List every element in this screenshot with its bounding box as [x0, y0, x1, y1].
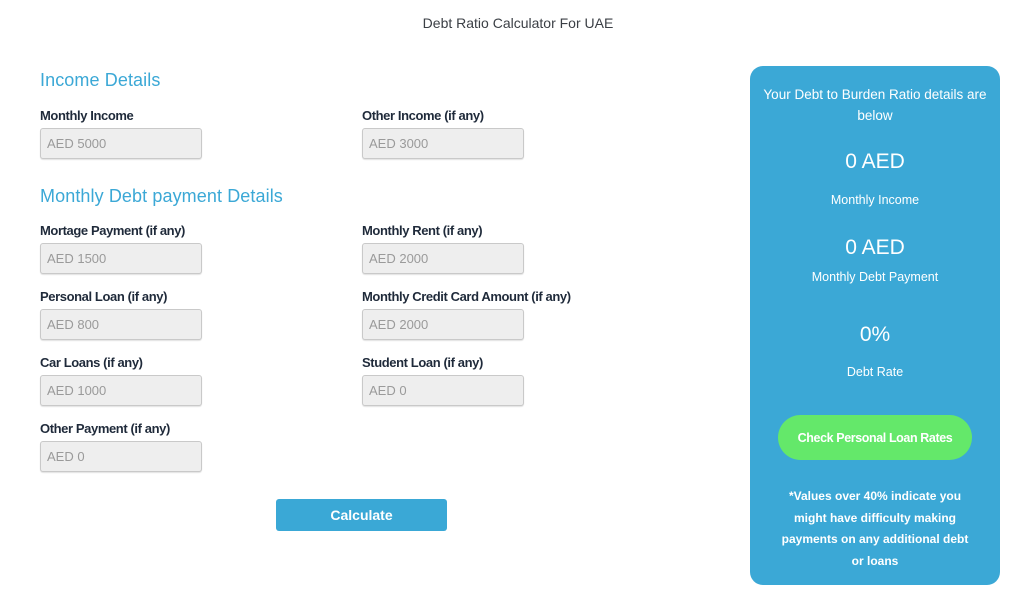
credit-card-field: Monthly Credit Card Amount (if any): [362, 289, 571, 340]
student-loan-input[interactable]: [362, 375, 524, 406]
results-panel: Your Debt to Burden Ratio details are be…: [750, 66, 1000, 585]
car-loans-label: Car Loans (if any): [40, 355, 143, 370]
other-payment-label: Other Payment (if any): [40, 421, 170, 436]
other-income-label: Other Income (if any): [362, 108, 484, 123]
credit-card-label: Monthly Credit Card Amount (if any): [362, 289, 571, 304]
other-payment-field: Other Payment (if any): [40, 421, 202, 472]
student-loan-field: Student Loan (if any): [362, 355, 524, 406]
other-income-input[interactable]: [362, 128, 524, 159]
mortgage-payment-field: Mortage Payment (if any): [40, 223, 202, 274]
personal-loan-field: Personal Loan (if any): [40, 289, 202, 340]
monthly-rent-field: Monthly Rent (if any): [362, 223, 524, 274]
car-loans-field: Car Loans (if any): [40, 355, 202, 406]
personal-loan-label: Personal Loan (if any): [40, 289, 168, 304]
monthly-debt-result-label: Monthly Debt Payment: [811, 270, 939, 284]
personal-loan-input[interactable]: [40, 309, 202, 340]
calculate-button[interactable]: Calculate: [276, 499, 447, 531]
credit-card-input[interactable]: [362, 309, 524, 340]
results-heading: Your Debt to Burden Ratio details are be…: [763, 87, 987, 123]
monthly-income-label: Monthly Income: [40, 108, 134, 123]
monthly-debt-result: 0 AED: [845, 236, 905, 259]
monthly-income-result: 0 AED: [845, 150, 905, 173]
monthly-income-field: Monthly Income: [40, 108, 202, 159]
car-loans-input[interactable]: [40, 375, 202, 406]
debt-rate-result-label: Debt Rate: [846, 365, 904, 379]
monthly-income-input[interactable]: [40, 128, 202, 159]
check-loan-rates-button[interactable]: Check Personal Loan Rates: [778, 415, 972, 460]
mortgage-payment-label: Mortage Payment (if any): [40, 223, 185, 238]
page-title: Debt Ratio Calculator For UAE: [422, 15, 614, 31]
monthly-rent-input[interactable]: [362, 243, 524, 274]
debt-section-title: Monthly Debt payment Details: [40, 186, 283, 206]
debt-warning-note: *Values over 40% indicate you might have…: [781, 489, 969, 568]
income-section-title: Income Details: [40, 70, 161, 90]
debt-rate-result: 0%: [859, 323, 891, 346]
other-payment-input[interactable]: [40, 441, 202, 472]
other-income-field: Other Income (if any): [362, 108, 524, 159]
monthly-income-result-label: Monthly Income: [830, 193, 920, 207]
mortgage-payment-input[interactable]: [40, 243, 202, 274]
student-loan-label: Student Loan (if any): [362, 355, 483, 370]
monthly-rent-label: Monthly Rent (if any): [362, 223, 483, 238]
